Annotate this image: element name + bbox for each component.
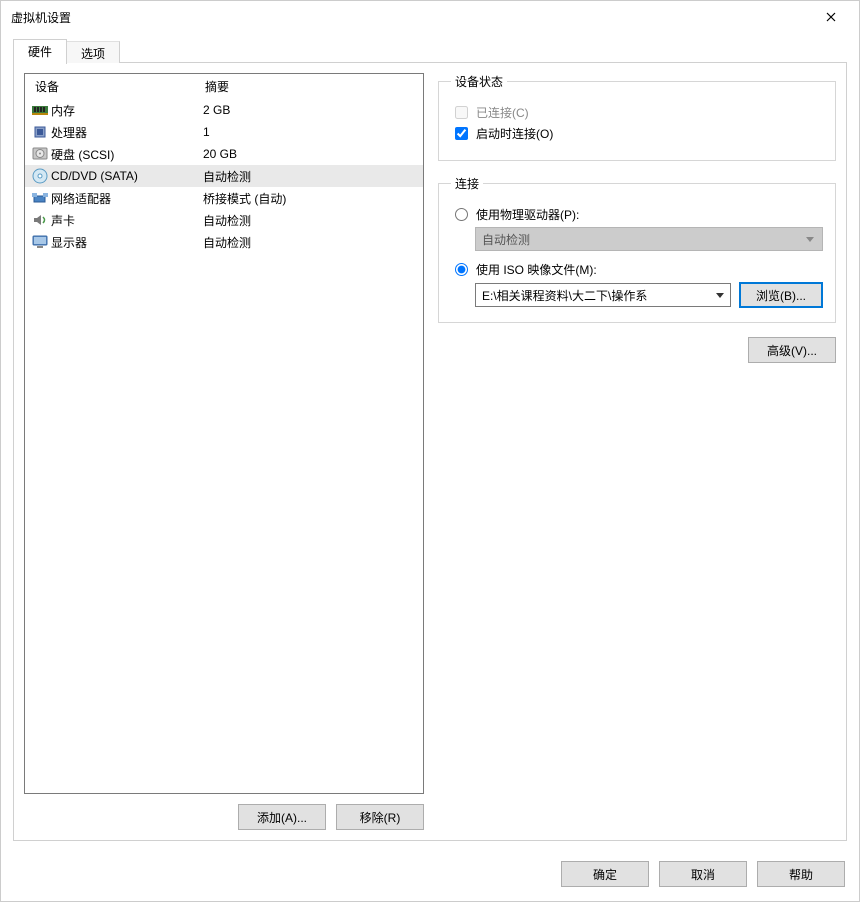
tab-strip: 硬件 选项 — [13, 39, 847, 63]
device-list-header: 设备 摘要 — [25, 74, 423, 99]
device-row[interactable]: 处理器1 — [25, 121, 423, 143]
header-summary: 摘要 — [205, 78, 417, 95]
window-title: 虚拟机设置 — [9, 9, 811, 26]
left-pane: 设备 摘要 内存2 GB处理器1硬盘 (SCSI)20 GBCD/DVD (SA… — [24, 73, 424, 830]
device-summary: 自动检测 — [203, 234, 417, 251]
use-iso-radio[interactable] — [455, 263, 468, 276]
add-button[interactable]: 添加(A)... — [238, 804, 326, 830]
device-name: 声卡 — [51, 212, 203, 229]
vm-settings-window: 虚拟机设置 硬件 选项 设备 摘要 内存2 GB处理器1硬盘 (SCSI)20 … — [0, 0, 860, 902]
right-pane: 设备状态 已连接(C) 启动时连接(O) 连接 使用物理驱动器(P): — [438, 73, 836, 830]
connected-row: 已连接(C) — [451, 104, 823, 121]
device-name: 显示器 — [51, 234, 203, 251]
remove-button[interactable]: 移除(R) — [336, 804, 424, 830]
device-status-legend: 设备状态 — [451, 73, 507, 90]
tab-hardware[interactable]: 硬件 — [13, 39, 67, 64]
content-area: 硬件 选项 设备 摘要 内存2 GB处理器1硬盘 (SCSI)20 GBCD/D… — [1, 33, 859, 851]
device-summary: 桥接模式 (自动) — [203, 190, 417, 207]
device-summary: 自动检测 — [203, 168, 417, 185]
use-iso-row: 使用 ISO 映像文件(M): — [451, 261, 823, 278]
network-icon — [31, 190, 49, 206]
use-physical-row: 使用物理驱动器(P): — [451, 206, 823, 223]
cd-icon — [31, 168, 49, 184]
device-summary: 2 GB — [203, 103, 417, 117]
device-row[interactable]: 声卡自动检测 — [25, 209, 423, 231]
use-physical-label[interactable]: 使用物理驱动器(P): — [476, 206, 579, 223]
physical-drive-select: 自动检测 — [475, 227, 823, 251]
device-status-group: 设备状态 已连接(C) 启动时连接(O) — [438, 73, 836, 161]
ok-button[interactable]: 确定 — [561, 861, 649, 887]
device-name: CD/DVD (SATA) — [51, 169, 203, 183]
connected-label: 已连接(C) — [476, 104, 529, 121]
advanced-button[interactable]: 高级(V)... — [748, 337, 836, 363]
hardware-panel: 设备 摘要 内存2 GB处理器1硬盘 (SCSI)20 GBCD/DVD (SA… — [13, 62, 847, 841]
memory-icon — [31, 102, 49, 118]
use-iso-label[interactable]: 使用 ISO 映像文件(M): — [476, 261, 597, 278]
device-summary: 1 — [203, 125, 417, 139]
device-row[interactable]: 显示器自动检测 — [25, 231, 423, 253]
iso-row: E:\相关课程资料\大二下\操作系 浏览(B)... — [475, 282, 823, 308]
device-row[interactable]: 内存2 GB — [25, 99, 423, 121]
advanced-row: 高级(V)... — [438, 337, 836, 363]
device-row[interactable]: 硬盘 (SCSI)20 GB — [25, 143, 423, 165]
device-name: 处理器 — [51, 124, 203, 141]
left-button-row: 添加(A)... 移除(R) — [24, 794, 424, 830]
titlebar: 虚拟机设置 — [1, 1, 859, 33]
iso-path-value: E:\相关课程资料\大二下\操作系 — [482, 287, 647, 304]
connect-poweron-row: 启动时连接(O) — [451, 125, 823, 142]
connected-checkbox — [455, 106, 468, 119]
disk-icon — [31, 146, 49, 162]
footer-buttons: 确定 取消 帮助 — [1, 851, 859, 901]
connect-poweron-checkbox[interactable] — [455, 127, 468, 140]
connection-legend: 连接 — [451, 175, 483, 192]
device-name: 硬盘 (SCSI) — [51, 146, 203, 163]
connection-group: 连接 使用物理驱动器(P): 自动检测 使用 ISO 映像文件(M): — [438, 175, 836, 323]
device-summary: 自动检测 — [203, 212, 417, 229]
physical-drive-value: 自动检测 — [482, 231, 530, 248]
iso-path-combo[interactable]: E:\相关课程资料\大二下\操作系 — [475, 283, 731, 307]
tab-options[interactable]: 选项 — [66, 41, 120, 63]
browse-button[interactable]: 浏览(B)... — [739, 282, 823, 308]
use-physical-radio[interactable] — [455, 208, 468, 221]
header-device: 设备 — [35, 78, 205, 95]
device-list: 设备 摘要 内存2 GB处理器1硬盘 (SCSI)20 GBCD/DVD (SA… — [24, 73, 424, 794]
sound-icon — [31, 212, 49, 228]
connect-poweron-label[interactable]: 启动时连接(O) — [476, 125, 553, 142]
close-button[interactable] — [811, 3, 851, 31]
device-name: 内存 — [51, 102, 203, 119]
close-icon — [826, 12, 836, 22]
display-icon — [31, 234, 49, 250]
device-summary: 20 GB — [203, 147, 417, 161]
device-row[interactable]: CD/DVD (SATA)自动检测 — [25, 165, 423, 187]
cpu-icon — [31, 124, 49, 140]
device-name: 网络适配器 — [51, 190, 203, 207]
help-button[interactable]: 帮助 — [757, 861, 845, 887]
cancel-button[interactable]: 取消 — [659, 861, 747, 887]
device-row[interactable]: 网络适配器桥接模式 (自动) — [25, 187, 423, 209]
